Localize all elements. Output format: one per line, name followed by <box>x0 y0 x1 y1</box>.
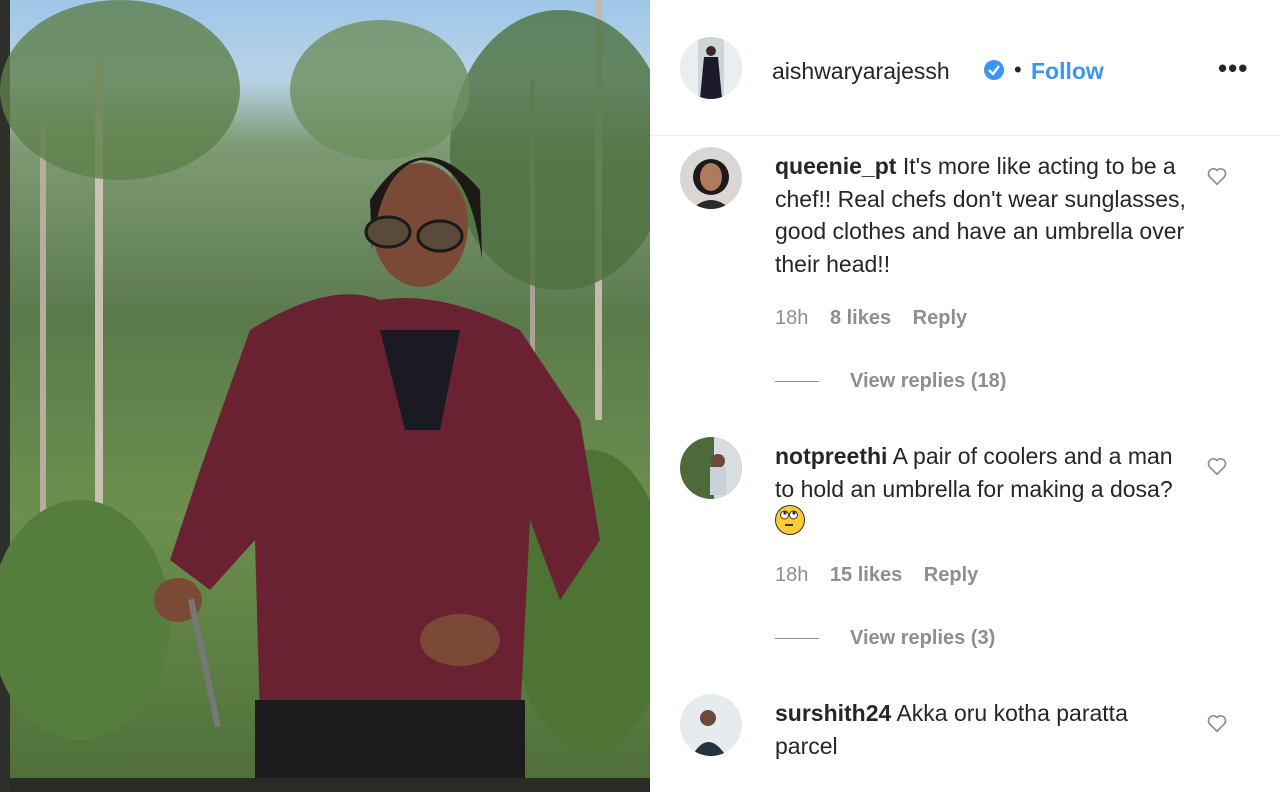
comment-item: surshith24 Akka oru kotha paratta parcel <box>650 694 1280 792</box>
like-heart-icon[interactable] <box>1206 165 1228 187</box>
comment-meta: 18h 8 likes Reply <box>775 307 983 330</box>
comment-username[interactable]: queenie_pt <box>775 153 896 179</box>
comment-text: surshith24 Akka oru kotha paratta parcel <box>775 697 1195 762</box>
view-replies-label: View replies (18) <box>850 370 1007 392</box>
comment-time: 18h <box>775 564 809 586</box>
replies-divider <box>775 381 819 383</box>
comment-username[interactable]: surshith24 <box>775 700 891 726</box>
follow-button[interactable]: Follow <box>1031 58 1104 85</box>
comment-likes[interactable]: 15 likes <box>830 564 902 586</box>
comments-panel: aishwaryarajessh • Follow ••• queenie_pt… <box>650 0 1280 792</box>
author-username[interactable]: aishwaryarajessh <box>772 58 950 85</box>
photo-scene <box>0 0 650 792</box>
replies-divider <box>775 638 819 640</box>
view-replies-button[interactable]: View replies (18) <box>775 370 1006 393</box>
comment-username[interactable]: notpreethi <box>775 443 887 469</box>
comment-likes[interactable]: 8 likes <box>830 307 891 329</box>
verified-badge-icon <box>984 60 1004 80</box>
comment-text: queenie_pt It's more like acting to be a… <box>775 150 1195 280</box>
like-heart-icon[interactable] <box>1206 455 1228 477</box>
photo-bottom-edge <box>10 778 650 792</box>
commenter-avatar[interactable] <box>680 147 742 209</box>
author-avatar[interactable] <box>680 37 742 99</box>
post-header: aishwaryarajessh • Follow ••• <box>650 0 1280 136</box>
reply-button[interactable]: Reply <box>913 307 967 329</box>
comment-item: notpreethi A pair of coolers and a man t… <box>650 437 1280 660</box>
more-options-icon[interactable]: ••• <box>1218 53 1248 84</box>
like-heart-icon[interactable] <box>1206 712 1228 734</box>
comment-item: queenie_pt It's more like acting to be a… <box>650 147 1280 400</box>
commenter-avatar[interactable] <box>680 694 742 756</box>
separator-dot: • <box>1014 57 1022 82</box>
comment-meta: 18h 15 likes Reply <box>775 564 994 587</box>
comment-time: 18h <box>775 307 809 329</box>
rolling-eyes-emoji-icon <box>775 505 805 535</box>
reply-button[interactable]: Reply <box>924 564 978 586</box>
view-replies-label: View replies (3) <box>850 627 996 649</box>
post-photo[interactable] <box>0 0 650 792</box>
comment-text: notpreethi A pair of coolers and a man t… <box>775 440 1195 539</box>
commenter-avatar[interactable] <box>680 437 742 499</box>
view-replies-button[interactable]: View replies (3) <box>775 627 995 650</box>
